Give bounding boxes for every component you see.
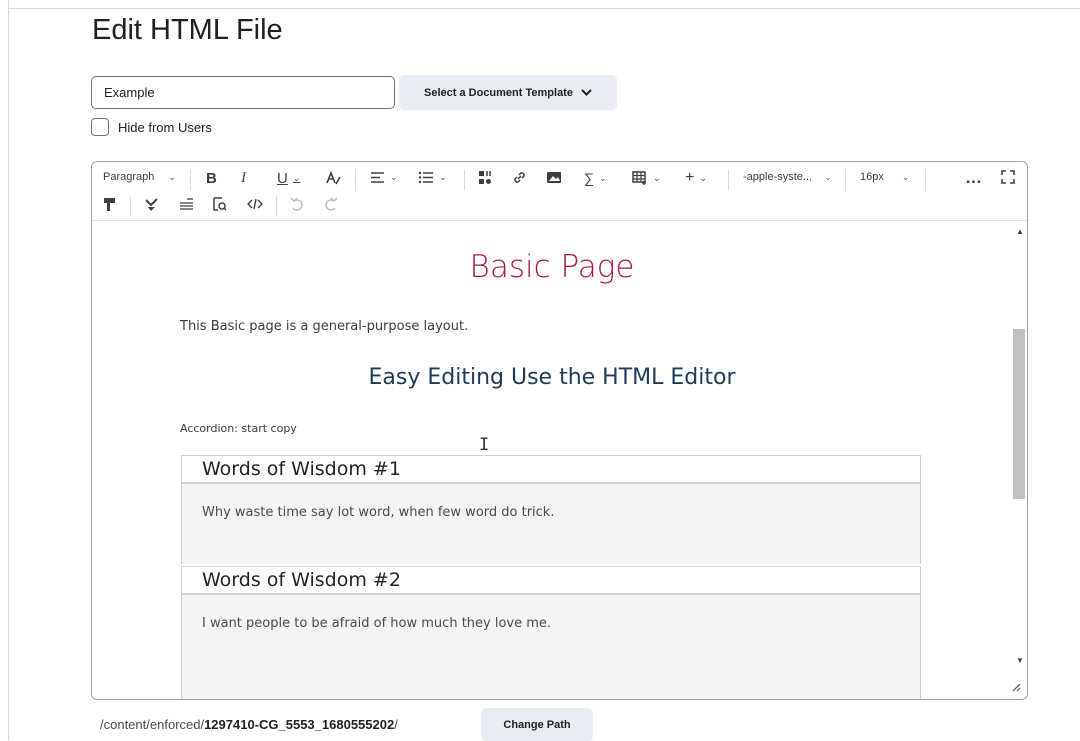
source-code-button[interactable] [247, 198, 263, 210]
toolbar-divider [276, 196, 277, 216]
accordion-body: Why waste time say lot word, when few wo… [181, 484, 921, 564]
chevron-down-icon: ⌄ [901, 171, 910, 182]
list-dropdown[interactable]: ⌄ [418, 171, 447, 184]
accordion-item[interactable]: Words of Wisdom #2 I want people to be a… [181, 566, 921, 699]
image-icon [547, 172, 561, 183]
toolbar-divider [464, 170, 465, 190]
scroll-down-icon[interactable]: ▼ [1016, 656, 1024, 665]
path-prefix: /content/enforced/ [100, 716, 205, 732]
accordion-heading[interactable]: Words of Wisdom #2 [181, 566, 921, 595]
hide-from-users-label: Hide from Users [118, 119, 212, 135]
bold-icon: B [206, 170, 217, 187]
format-painter-icon [104, 198, 115, 211]
chevron-down-icon [581, 87, 592, 99]
toolbar-divider [130, 196, 131, 216]
text-cursor-icon: I [479, 435, 490, 455]
horizontal-line-icon [180, 198, 193, 210]
equation-dropdown[interactable]: ∑ ⌄ [584, 170, 607, 186]
template-button-label: Select a Document Template [424, 86, 573, 99]
toolbar-divider [728, 170, 729, 190]
source-code-icon [247, 198, 263, 210]
format-painter-button[interactable] [103, 197, 116, 212]
file-path: /content/enforced/1297410-CG_5553_168055… [100, 708, 398, 740]
italic-button[interactable]: I [241, 170, 246, 187]
plus-icon: + [685, 169, 695, 186]
resize-handle-icon[interactable] [1012, 683, 1021, 695]
chevron-down-icon: ⌄ [824, 171, 832, 182]
preview-icon [213, 197, 227, 211]
page-title: Edit HTML File [92, 14, 283, 46]
editor-content-area[interactable]: Basic Page This Basic page is a general-… [92, 221, 1012, 699]
italic-icon: I [241, 170, 246, 186]
chevron-down-icon: ⌄ [439, 172, 447, 182]
toolbar-divider [925, 170, 926, 190]
accordion-heading[interactable]: Words of Wisdom #1 [181, 455, 921, 484]
editor-toolbar: Paragraph ⌄ B I U ⌄ ⌄ ⌄ ∑ ⌄ ⌄ + ⌄ -apple… [92, 162, 1027, 221]
accessibility-checker-button[interactable] [144, 197, 159, 212]
accordion-item[interactable]: Words of Wisdom #1 Why waste time say lo… [181, 455, 921, 564]
accessibility-checker-icon [145, 198, 158, 211]
text-color-button[interactable] [325, 171, 341, 185]
insert-stuff-button[interactable] [478, 170, 492, 186]
scrollbar-thumb[interactable] [1013, 329, 1025, 499]
chevron-down-icon: ⌄ [699, 172, 707, 183]
title-input[interactable] [91, 76, 395, 109]
accordion-note: Accordion: start copy [180, 422, 297, 435]
toolbar-divider [845, 170, 846, 190]
select-document-template-button[interactable]: Select a Document Template [399, 75, 617, 110]
more-options-button[interactable]: … [965, 168, 982, 188]
scroll-up-icon[interactable]: ▲ [1016, 227, 1024, 236]
path-folder: 1297410-CG_5553_1680555202 [204, 716, 395, 732]
table-dropdown[interactable]: ⌄ [632, 171, 661, 185]
insert-dropdown[interactable]: + ⌄ [685, 169, 707, 187]
document-intro: This Basic page is a general-purpose lay… [180, 319, 469, 334]
insert-link-button[interactable] [512, 170, 527, 185]
align-left-icon [371, 172, 384, 183]
sigma-icon: ∑ [584, 170, 594, 186]
horizontal-line-button[interactable] [179, 198, 194, 210]
hide-from-users-checkbox[interactable] [91, 118, 109, 136]
insert-image-button[interactable] [546, 171, 562, 184]
block-format-label: Paragraph [103, 171, 155, 183]
chevron-down-icon: ⌄ [292, 173, 301, 183]
editor-scrollbar[interactable]: ▲ ▼ [1012, 221, 1027, 681]
redo-icon [325, 197, 338, 211]
chevron-down-icon: ⌄ [653, 172, 661, 183]
font-size-label: 16px [860, 171, 884, 183]
hide-from-users-row[interactable]: Hide from Users [91, 118, 212, 136]
fullscreen-icon [1001, 170, 1015, 184]
bold-button[interactable]: B [206, 170, 217, 187]
path-suffix: / [394, 716, 398, 732]
document-heading: Basic Page [469, 249, 635, 285]
change-path-button[interactable]: Change Path [481, 708, 593, 741]
underline-button[interactable]: U ⌄ [277, 170, 300, 187]
toolbar-divider [355, 170, 356, 190]
link-icon [514, 172, 525, 183]
redo-button[interactable] [324, 197, 338, 212]
frame-left-border [8, 0, 9, 740]
fullscreen-button[interactable] [1001, 170, 1015, 184]
align-dropdown[interactable]: ⌄ [370, 171, 398, 184]
preview-button[interactable] [212, 197, 227, 212]
table-icon [632, 171, 646, 185]
bulleted-list-icon [418, 171, 433, 184]
document-subheading: Easy Editing Use the HTML Editor [368, 365, 736, 390]
block-format-dropdown[interactable]: Paragraph ⌄ [103, 171, 176, 183]
insert-stuff-icon [479, 171, 491, 184]
underline-icon: U [277, 170, 288, 187]
chevron-down-icon: ⌄ [598, 172, 607, 183]
accordion-body: I want people to be afraid of how much t… [181, 595, 921, 699]
undo-button[interactable] [290, 197, 304, 212]
html-editor: Paragraph ⌄ B I U ⌄ ⌄ ⌄ ∑ ⌄ ⌄ + ⌄ -apple… [91, 161, 1028, 700]
font-family-dropdown[interactable]: -apple-syste... ⌄ [743, 171, 832, 183]
chevron-down-icon: ⌄ [168, 171, 176, 182]
frame-top-border [8, 8, 1080, 9]
font-family-label: -apple-syste... [743, 171, 813, 183]
more-icon: … [965, 168, 982, 187]
toolbar-divider [190, 170, 191, 190]
chevron-down-icon: ⌄ [390, 172, 398, 182]
undo-icon [290, 197, 303, 211]
font-size-dropdown[interactable]: 16px ⌄ [860, 171, 909, 183]
text-color-icon [326, 171, 341, 185]
